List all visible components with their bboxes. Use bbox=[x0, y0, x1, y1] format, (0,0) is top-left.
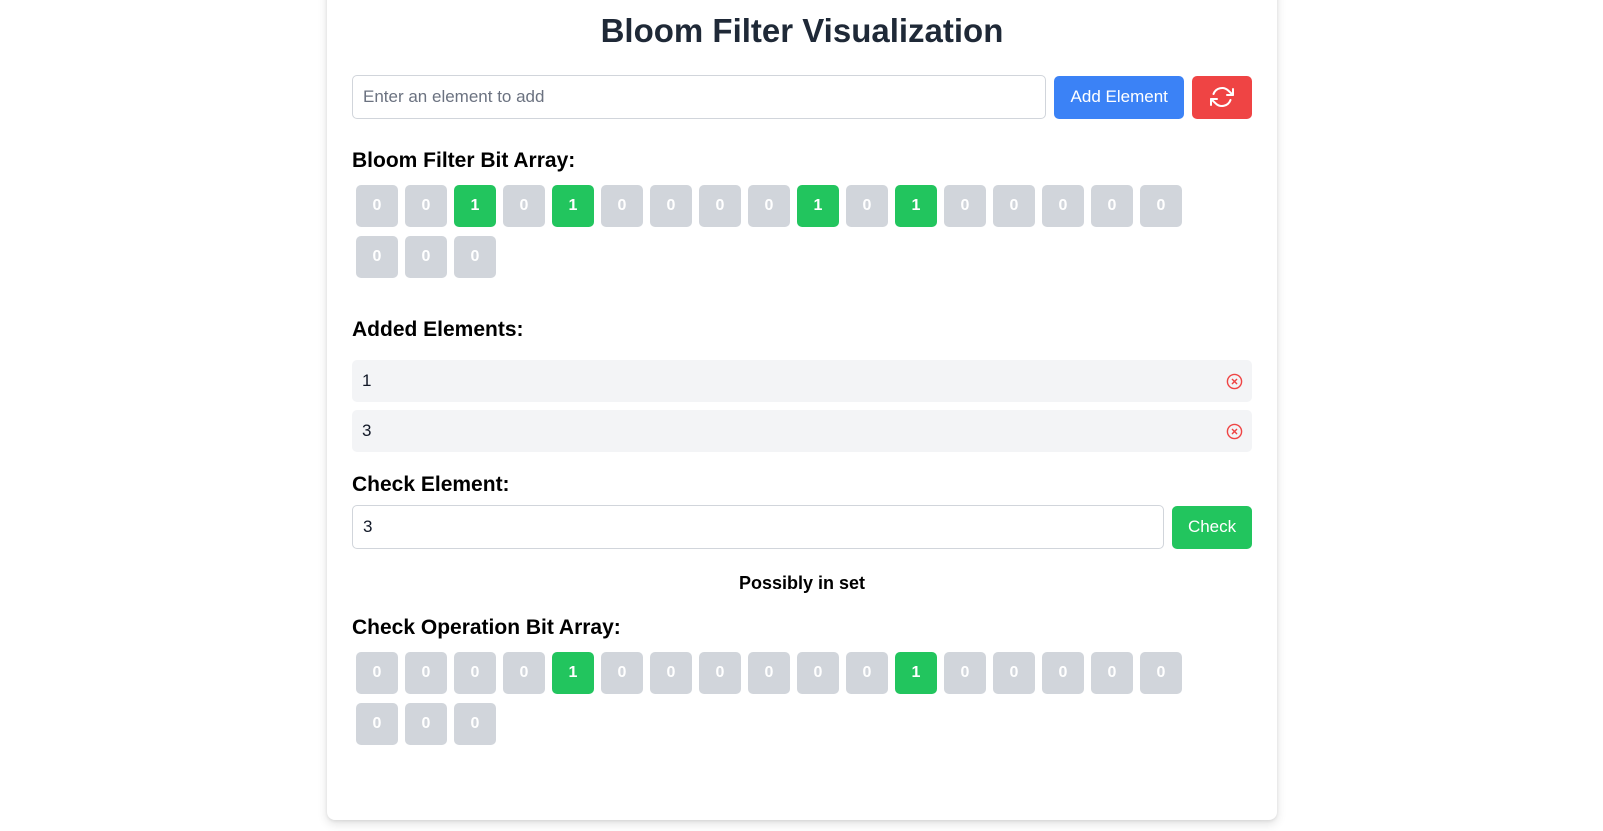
check-result: Possibly in set bbox=[738, 573, 866, 593]
card-content: Bloom Filter Visualization Add Element B… bbox=[352, 0, 1252, 754]
add-element-row: Add Element bbox=[352, 74, 1252, 120]
add-element-button[interactable]: Add Element bbox=[1054, 75, 1185, 119]
add-element-input[interactable] bbox=[352, 75, 1047, 119]
x-circle-icon bbox=[1226, 373, 1242, 389]
x-circle-icon bbox=[1226, 423, 1242, 439]
bit-cell: 0 bbox=[356, 703, 398, 745]
bit-cell: 0 bbox=[1140, 185, 1182, 227]
bit-cell: 0 bbox=[356, 185, 398, 227]
bit-cell: 0 bbox=[650, 185, 692, 227]
bit-cell: 1 bbox=[797, 185, 839, 227]
bit-cell: 0 bbox=[1091, 652, 1133, 694]
bit-cell: 0 bbox=[503, 652, 545, 694]
added-elements-title: Added Elements: bbox=[352, 318, 524, 341]
bit-cell: 0 bbox=[356, 236, 398, 278]
check-element-title: Check Element: bbox=[352, 473, 510, 496]
bit-cell: 1 bbox=[895, 652, 937, 694]
bit-cell: 0 bbox=[601, 652, 643, 694]
bit-cell: 0 bbox=[356, 652, 398, 694]
element-label: 1 bbox=[362, 371, 372, 390]
bit-cell: 0 bbox=[454, 703, 496, 745]
check-button[interactable]: Check bbox=[1172, 505, 1252, 549]
bit-cell: 1 bbox=[552, 185, 594, 227]
check-element-input[interactable] bbox=[352, 505, 1165, 549]
bit-cell: 1 bbox=[552, 652, 594, 694]
bit-cell: 0 bbox=[846, 185, 888, 227]
bit-cell: 0 bbox=[650, 652, 692, 694]
list-item: 3 bbox=[352, 410, 1252, 452]
check-bit-array: 00001000000100000000 bbox=[352, 652, 1236, 754]
bit-cell: 0 bbox=[699, 652, 741, 694]
reset-button[interactable] bbox=[1192, 75, 1252, 119]
bit-array-title: Bloom Filter Bit Array: bbox=[352, 149, 576, 172]
bit-cell: 0 bbox=[797, 652, 839, 694]
bit-cell: 0 bbox=[1140, 652, 1182, 694]
bit-cell: 0 bbox=[993, 652, 1035, 694]
bloom-bit-array: 00101000010100000000 bbox=[352, 185, 1236, 287]
bit-cell: 1 bbox=[895, 185, 937, 227]
bit-cell: 0 bbox=[405, 236, 447, 278]
check-element-row: Check bbox=[352, 505, 1252, 549]
list-item: 1 bbox=[352, 360, 1252, 402]
bit-cell: 0 bbox=[993, 185, 1035, 227]
bit-cell: 0 bbox=[454, 236, 496, 278]
bit-cell: 0 bbox=[405, 185, 447, 227]
remove-element-button[interactable] bbox=[1224, 371, 1244, 391]
bit-cell: 0 bbox=[748, 652, 790, 694]
remove-element-button[interactable] bbox=[1224, 421, 1244, 441]
bit-cell: 0 bbox=[944, 652, 986, 694]
added-elements-list: 13 bbox=[352, 360, 1252, 452]
bit-cell: 0 bbox=[454, 652, 496, 694]
bit-cell: 0 bbox=[601, 185, 643, 227]
check-bit-array-title: Check Operation Bit Array: bbox=[352, 616, 621, 639]
bloom-filter-card: Bloom Filter Visualization Add Element B… bbox=[327, 0, 1277, 820]
bit-cell: 0 bbox=[1042, 185, 1084, 227]
bit-cell: 0 bbox=[1042, 652, 1084, 694]
bit-cell: 0 bbox=[405, 652, 447, 694]
bit-cell: 0 bbox=[1091, 185, 1133, 227]
bit-cell: 0 bbox=[748, 185, 790, 227]
bit-cell: 0 bbox=[405, 703, 447, 745]
element-label: 3 bbox=[362, 421, 372, 440]
refresh-icon bbox=[1210, 87, 1235, 107]
bit-cell: 1 bbox=[454, 185, 496, 227]
bit-cell: 0 bbox=[503, 185, 545, 227]
bit-cell: 0 bbox=[699, 185, 741, 227]
page-title: Bloom Filter Visualization bbox=[600, 12, 1004, 49]
bit-cell: 0 bbox=[944, 185, 986, 227]
bit-cell: 0 bbox=[846, 652, 888, 694]
